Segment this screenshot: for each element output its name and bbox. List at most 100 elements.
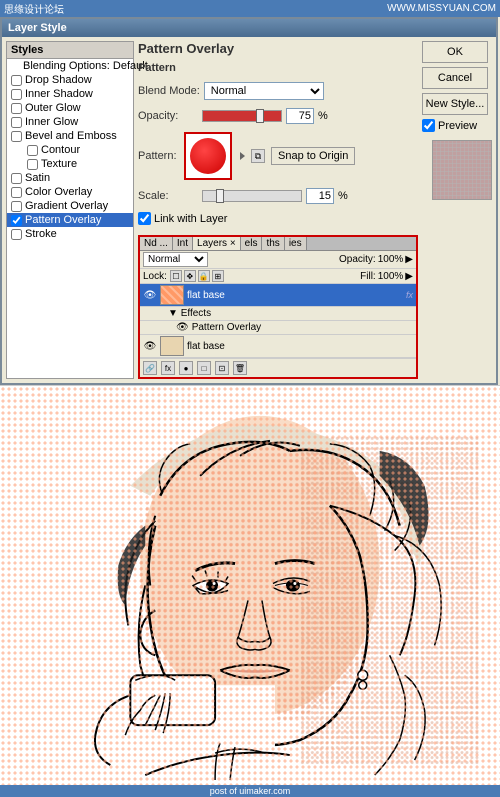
eye-icon-pattern-overlay[interactable]: 👁 (176, 322, 189, 333)
pattern-overlay-label: Pattern Overlay (192, 322, 261, 333)
opacity-slider[interactable] (202, 110, 282, 122)
scale-percent: % (338, 190, 348, 202)
lock-image-icon[interactable]: 🔒 (198, 270, 210, 282)
pattern-label: Pattern: (138, 150, 178, 162)
dialog-title-text: Layer Style (8, 22, 67, 34)
dialog-body: Styles Blending Options: Default Drop Sh… (2, 37, 496, 383)
preview-checkbox[interactable] (422, 119, 435, 132)
layer-row-flat-base-2[interactable]: 👁 flat base (140, 335, 416, 358)
sidebar-item-pattern-overlay[interactable]: Pattern Overlay (7, 213, 133, 227)
layer-thumbnail-flat-base (160, 285, 184, 305)
effects-row: ▼ Effects (140, 307, 416, 321)
link-layer-row: Link with Layer (138, 212, 418, 225)
sub-title: Pattern (138, 62, 418, 74)
tab-nd[interactable]: Nd ... (140, 237, 173, 250)
comic-svg (0, 386, 500, 785)
layer-style-dialog: Layer Style Styles Blending Options: Def… (0, 17, 498, 385)
red-circle-icon (190, 138, 226, 174)
ok-button[interactable]: OK (422, 41, 488, 63)
cancel-button[interactable]: Cancel (422, 67, 488, 89)
lock-move-icon[interactable]: ✥ (184, 270, 196, 282)
delete-layer-icon[interactable]: 🗑 (233, 361, 247, 375)
sidebar-item-texture[interactable]: Texture (7, 157, 133, 171)
scale-input[interactable] (306, 188, 334, 204)
lock-row: Lock: ☐ ✥ 🔒 ⊞ Fill: 100% ▶ (140, 269, 416, 284)
eye-icon-layer1[interactable]: 👁 (143, 290, 157, 301)
sidebar-item-outer-glow[interactable]: Outer Glow (7, 101, 133, 115)
effects-arrow-icon: ▼ (168, 308, 178, 319)
inner-opacity-arrow: ▶ (405, 254, 413, 265)
fill-arrow: ▶ (405, 271, 413, 282)
tab-ths[interactable]: ths (262, 237, 284, 250)
link-with-layer-label: Link with Layer (154, 213, 227, 225)
blend-mode-row: Blend Mode: Normal Multiply Screen (138, 82, 418, 100)
opacity-label: Opacity: (138, 110, 198, 122)
tab-ies[interactable]: ies (285, 237, 307, 250)
link-icon[interactable]: 🔗 (143, 361, 157, 375)
sidebar-item-blending-options[interactable]: Blending Options: Default (7, 59, 133, 73)
preview-label: Preview (438, 120, 477, 132)
pattern-row: Pattern: ⧉ Snap to Origin (138, 132, 418, 180)
scale-row: Scale: % (138, 188, 418, 204)
fx-icon[interactable]: fx (161, 361, 175, 375)
effects-label: Effects (181, 308, 211, 319)
sidebar-item-contour[interactable]: Contour (7, 143, 133, 157)
preview-checkbox-row: Preview (422, 119, 492, 132)
inner-layers-panel: Nd ... Int Layers × els ths ies Normal O… (138, 235, 418, 379)
inner-opacity-container: Opacity: 100% ▶ (339, 254, 413, 265)
eye-icon-layer2[interactable]: 👁 (143, 341, 157, 352)
lock-label: Lock: (143, 271, 167, 282)
sidebar-item-satin[interactable]: Satin (7, 171, 133, 185)
buttons-panel: OK Cancel New Style... Preview (422, 41, 492, 379)
main-content: Pattern Overlay Pattern Blend Mode: Norm… (138, 41, 418, 379)
inner-panel-bottom: 🔗 fx ● □ ⊡ 🗑 (140, 358, 416, 377)
preview-pattern-display (433, 141, 491, 199)
inner-panel-tabs: Nd ... Int Layers × els ths ies (140, 237, 416, 251)
watermark-right: WWW.MISSYUAN.COM (387, 3, 496, 14)
swatch-dropdown-arrow[interactable] (240, 152, 245, 160)
layer-name-flat-base: flat base (187, 290, 403, 301)
fill-value: 100% (378, 271, 404, 282)
sidebar-item-inner-glow[interactable]: Inner Glow (7, 115, 133, 129)
fill-label: Fill: (360, 271, 376, 282)
watermark-left: 思缘设计论坛 (4, 1, 64, 16)
snap-to-origin-button[interactable]: Snap to Origin (271, 147, 355, 165)
opacity-slider-container: % (202, 108, 328, 124)
new-style-button[interactable]: New Style... (422, 93, 488, 115)
pattern-options-button[interactable]: ⧉ (251, 149, 265, 163)
bottom-watermark: post of uimaker.com (0, 785, 500, 797)
lock-all-icon[interactable]: ⊞ (212, 270, 224, 282)
sidebar-item-stroke[interactable]: Stroke (7, 227, 133, 241)
inner-opacity-value: 100% (378, 254, 404, 265)
blend-mode-select[interactable]: Normal Multiply Screen (204, 82, 324, 100)
watermark-bar: 思缘设计论坛 WWW.MISSYUAN.COM (0, 0, 500, 17)
new-layer-icon[interactable]: □ (197, 361, 211, 375)
dialog-title-bar[interactable]: Layer Style (2, 19, 496, 37)
opacity-input[interactable] (286, 108, 314, 124)
pattern-swatch[interactable] (184, 132, 232, 180)
new-group-icon[interactable]: ⊡ (215, 361, 229, 375)
layer-thumbnail-flat-base-2 (160, 336, 184, 356)
layer-row-flat-base[interactable]: 👁 flat base fx (140, 284, 416, 307)
opacity-row: Opacity: % (138, 108, 418, 124)
inner-blend-mode-select[interactable]: Normal (143, 252, 208, 267)
blend-mode-label: Blend Mode: (138, 85, 200, 97)
sidebar-item-gradient-overlay[interactable]: Gradient Overlay (7, 199, 133, 213)
tab-els[interactable]: els (241, 237, 263, 250)
pattern-overlay-row: 👁 Pattern Overlay (140, 321, 416, 335)
new-fill-icon[interactable]: ● (179, 361, 193, 375)
fill-row: Fill: 100% ▶ (360, 271, 413, 282)
sidebar-item-inner-shadow[interactable]: Inner Shadow (7, 87, 133, 101)
sidebar-item-bevel-emboss[interactable]: Bevel and Emboss (7, 129, 133, 143)
tab-int[interactable]: Int (173, 237, 193, 250)
scale-slider[interactable] (202, 190, 302, 202)
section-title: Pattern Overlay (138, 41, 418, 56)
opacity-percent: % (318, 110, 328, 122)
tab-layers[interactable]: Layers × (193, 237, 241, 250)
lock-pixels-icon[interactable]: ☐ (170, 270, 182, 282)
scale-label: Scale: (138, 190, 198, 202)
link-with-layer-checkbox[interactable] (138, 212, 151, 225)
sidebar-item-color-overlay[interactable]: Color Overlay (7, 185, 133, 199)
styles-panel-title: Styles (7, 42, 133, 59)
sidebar-item-drop-shadow[interactable]: Drop Shadow (7, 73, 133, 87)
